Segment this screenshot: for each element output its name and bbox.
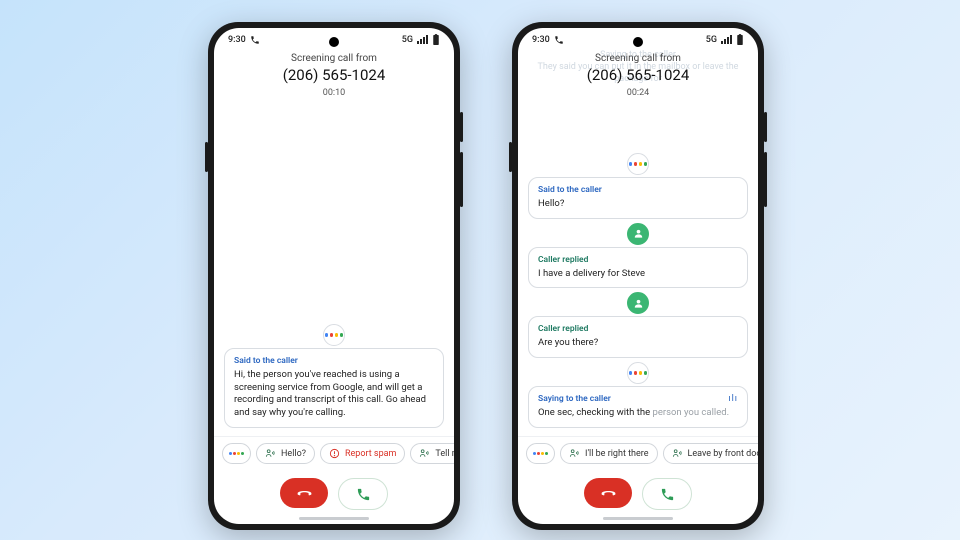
chip-label: Report spam: [345, 449, 396, 459]
assistant-icon: [629, 162, 648, 166]
call-action-row: [214, 470, 454, 524]
phone-left: 9:30 5G Screening call from (206) 565-10…: [208, 22, 460, 530]
signal-icon: [417, 35, 428, 44]
answer-icon: [660, 487, 675, 502]
card-body: One sec, checking with the person you ca…: [538, 407, 738, 420]
card-title: Said to the caller: [234, 356, 434, 366]
transcript-card-reply: Caller replied Are you there?: [528, 316, 748, 358]
card-body: Are you there?: [538, 337, 738, 350]
chip-label: Hello?: [281, 449, 306, 459]
status-time: 9:30: [532, 35, 550, 45]
assistant-chip[interactable]: [222, 443, 251, 464]
hangup-button[interactable]: [280, 478, 328, 508]
network-label: 5G: [402, 35, 413, 45]
transcript-card-reply: Caller replied I have a delivery for Ste…: [528, 247, 748, 289]
chip-hello[interactable]: Hello?: [256, 443, 315, 464]
call-timer: 00:10: [224, 88, 444, 98]
phone-status-icon: [554, 35, 564, 45]
chip-label: Tell me mo: [435, 449, 454, 459]
home-indicator: [299, 517, 369, 520]
battery-icon: [736, 34, 744, 45]
home-indicator: [603, 517, 673, 520]
phone-right: 9:30 5G Saying to the caller They said y…: [512, 22, 764, 530]
phone-status-icon: [250, 35, 260, 45]
caller-badge: [627, 292, 649, 314]
chip-report-spam[interactable]: Report spam: [320, 443, 405, 464]
hangup-icon: [297, 486, 312, 501]
hangup-button[interactable]: [584, 478, 632, 508]
caller-number: (206) 565-1024: [224, 66, 444, 84]
transcript-card-saying: ılı Saying to the caller One sec, checki…: [528, 386, 748, 428]
transcript-card-said: Said to the caller Hello?: [528, 177, 748, 219]
screening-label: Screening call from: [528, 53, 748, 64]
card-body: Hello?: [538, 198, 738, 211]
assistant-badge: [627, 362, 649, 384]
answer-button[interactable]: [338, 478, 388, 510]
assistant-badge: [323, 324, 345, 346]
call-header: Saying to the caller They said you can p…: [518, 47, 758, 102]
caller-number: (206) 565-1024: [528, 66, 748, 84]
person-icon: [633, 228, 644, 239]
suggestion-chip-row: I'll be right there Leave by front door: [518, 436, 758, 470]
card-body: I have a delivery for Steve: [538, 268, 738, 281]
network-label: 5G: [706, 35, 717, 45]
person-icon: [633, 298, 644, 309]
card-title: Caller replied: [538, 255, 738, 265]
card-title: Said to the caller: [538, 185, 738, 195]
answer-button[interactable]: [642, 478, 692, 510]
status-time: 9:30: [228, 35, 246, 45]
assistant-icon: [629, 371, 648, 375]
signal-icon: [721, 35, 732, 44]
card-title: Saying to the caller: [538, 394, 738, 404]
chip-tell-me-more[interactable]: Tell me mo: [410, 443, 454, 464]
call-action-row: [518, 470, 758, 524]
caller-badge: [627, 223, 649, 245]
battery-icon: [432, 34, 440, 45]
assistant-icon: [229, 452, 244, 455]
screening-label: Screening call from: [224, 53, 444, 64]
suggestion-chip-row: Hello? Report spam Tell me mo: [214, 436, 454, 470]
call-header: Screening call from (206) 565-1024 00:10: [214, 47, 454, 102]
assistant-icon: [325, 333, 344, 337]
voice-chip-icon: [672, 448, 683, 459]
assistant-icon: [533, 452, 548, 455]
voice-chip-icon: [419, 448, 430, 459]
answer-icon: [356, 487, 371, 502]
call-timer: 00:24: [528, 88, 748, 98]
hangup-icon: [601, 486, 616, 501]
camera-hole: [633, 37, 643, 47]
camera-hole: [329, 37, 339, 47]
live-audio-icon: ılı: [728, 394, 738, 404]
chip-be-right-there[interactable]: I'll be right there: [560, 443, 658, 464]
assistant-chip[interactable]: [526, 443, 555, 464]
chip-label: Leave by front door: [688, 449, 758, 459]
spam-icon: [329, 448, 340, 459]
transcript-card-said: Said to the caller Hi, the person you've…: [224, 348, 444, 428]
assistant-badge: [627, 153, 649, 175]
chip-leave-front-door[interactable]: Leave by front door: [663, 443, 758, 464]
card-body: Hi, the person you've reached is using a…: [234, 369, 434, 420]
voice-chip-icon: [569, 448, 580, 459]
voice-chip-icon: [265, 448, 276, 459]
chip-label: I'll be right there: [585, 449, 649, 459]
card-title: Caller replied: [538, 324, 738, 334]
